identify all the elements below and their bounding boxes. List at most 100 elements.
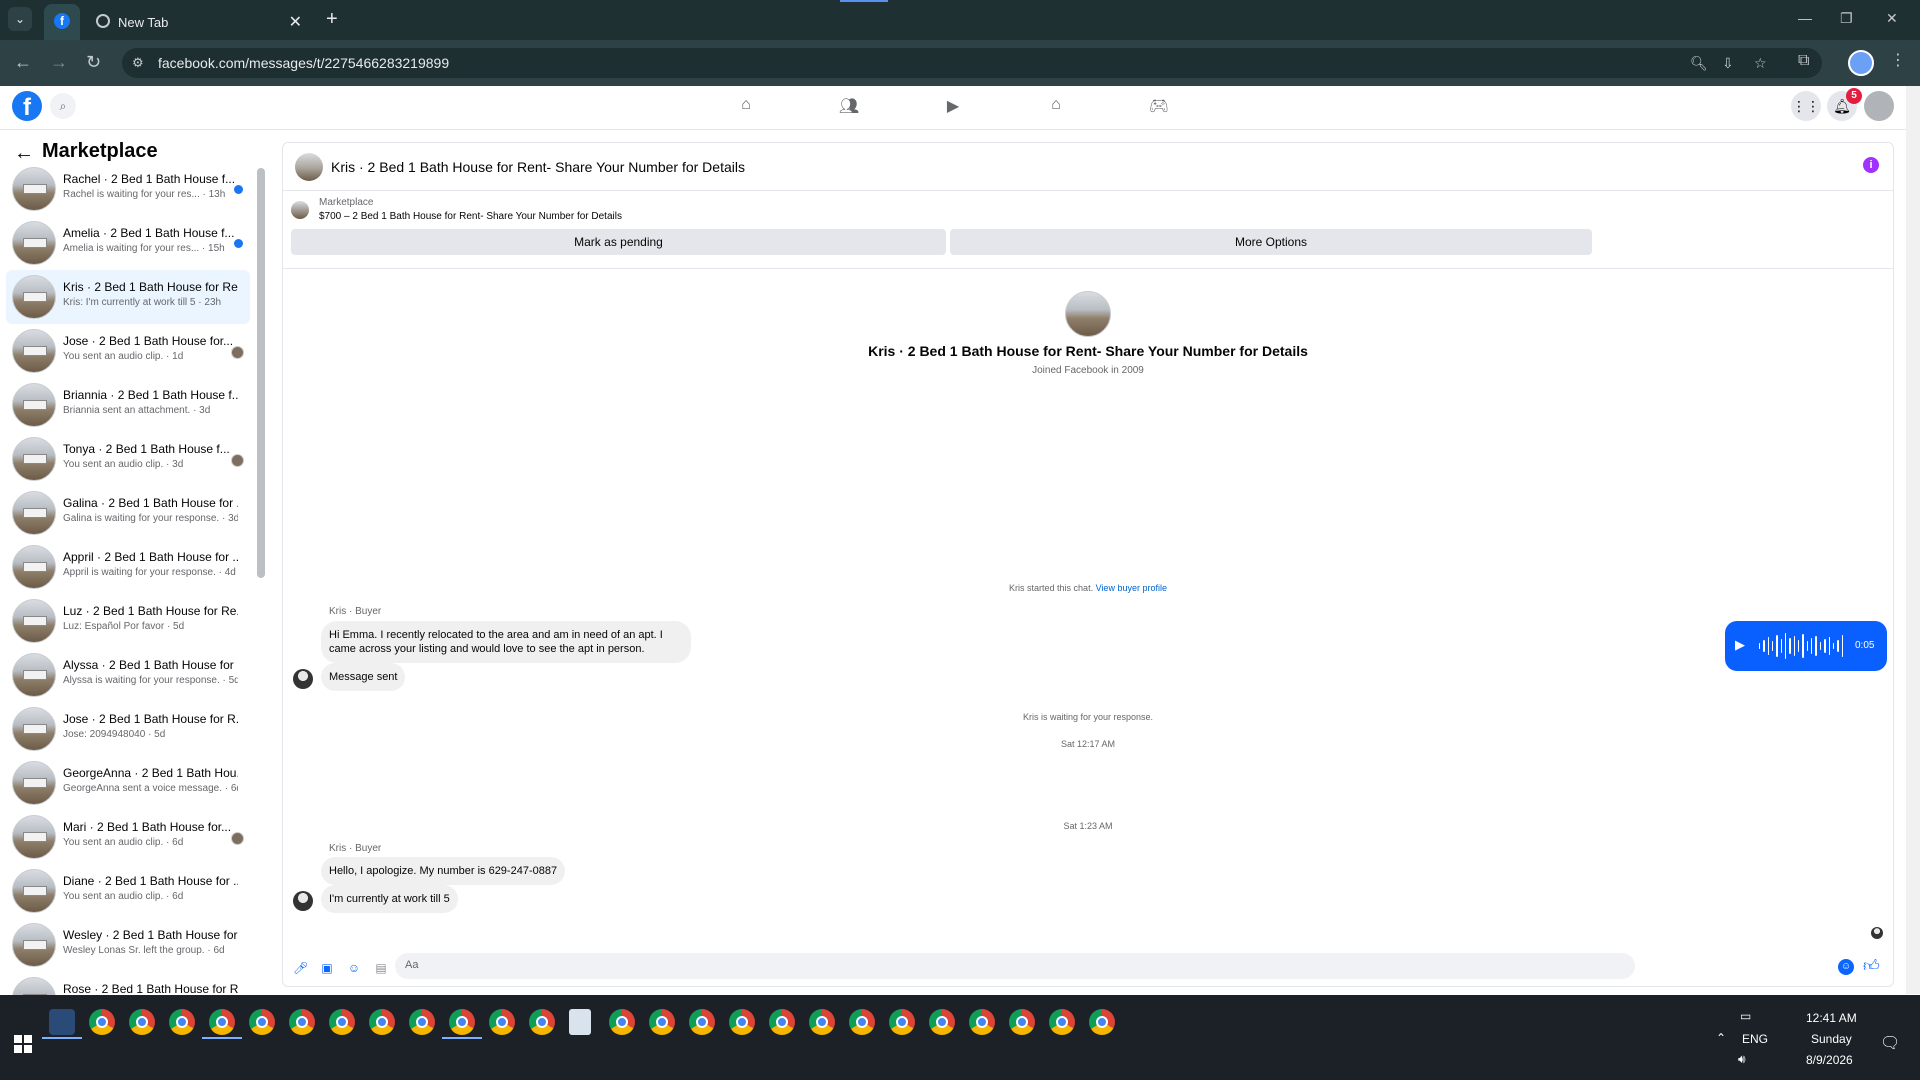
photo-icon[interactable]: ▣ — [320, 961, 334, 975]
microphone-icon[interactable]: 🎤︎ — [293, 961, 308, 975]
chrome-icon[interactable] — [769, 1009, 795, 1035]
chrome-icon[interactable] — [849, 1009, 875, 1035]
watch-icon[interactable]: ▶ — [941, 96, 965, 118]
chrome-icon[interactable] — [889, 1009, 915, 1035]
chrome-icon[interactable] — [409, 1009, 435, 1035]
chrome-icon[interactable] — [1049, 1009, 1075, 1035]
chrome-icon[interactable] — [809, 1009, 835, 1035]
sidebar-scrollbar[interactable] — [257, 168, 265, 578]
chrome-icon[interactable] — [129, 1009, 155, 1035]
conversation-item[interactable]: Jose · 2 Bed 1 Bath House for... You sent… — [6, 324, 250, 378]
friends-icon[interactable]: 👥︎ — [837, 96, 861, 118]
clock-day[interactable]: Sunday — [1811, 1032, 1852, 1046]
volume-icon[interactable]: 🔊︎ — [1738, 1052, 1746, 1067]
clock-date[interactable]: 8/9/2026 — [1806, 1053, 1853, 1067]
message-bubble[interactable]: Message sent — [321, 663, 406, 691]
chrome-icon[interactable] — [729, 1009, 755, 1035]
audio-message[interactable]: ▶ 0:05 — [1725, 621, 1887, 671]
listing-thumbnail[interactable] — [291, 201, 309, 219]
thread-avatar[interactable] — [295, 153, 323, 181]
chrome-icon[interactable] — [89, 1009, 115, 1035]
install-app-icon[interactable]: ⇩ — [1722, 55, 1734, 72]
conversation-item[interactable]: Galina · 2 Bed 1 Bath House for ... Galin… — [6, 486, 250, 540]
facebook-logo-icon[interactable]: f — [12, 91, 42, 121]
display-icon[interactable]: ▭ — [1740, 1009, 1751, 1023]
gif-icon[interactable]: ▤ — [374, 961, 388, 975]
chrome-icon[interactable] — [369, 1009, 395, 1035]
conversation-item[interactable]: Tonya · 2 Bed 1 Bath House f... You sent … — [6, 432, 250, 486]
tab-new-tab[interactable]: New Tab ✕ — [84, 4, 314, 40]
message-bubble[interactable]: I'm currently at work till 5 — [321, 885, 458, 913]
close-icon[interactable]: ✕ — [289, 12, 302, 32]
conversation-item[interactable]: Jose · 2 Bed 1 Bath House for R... Jose: … — [6, 702, 250, 756]
extensions-icon[interactable]: ⧉ — [1798, 52, 1809, 70]
conversation-item[interactable]: Rachel · 2 Bed 1 Bath House f... Rachel i… — [6, 162, 250, 216]
chrome-icon[interactable] — [449, 1009, 475, 1035]
reload-icon[interactable]: ↻ — [86, 52, 101, 72]
account-avatar[interactable] — [1864, 91, 1894, 121]
chrome-icon[interactable] — [1009, 1009, 1035, 1035]
new-tab-button[interactable]: + — [326, 8, 338, 30]
app-icon[interactable] — [49, 1009, 75, 1035]
conversation-item[interactable]: Kris · 2 Bed 1 Bath House for Re... Kris:… — [6, 270, 250, 324]
mark-pending-button[interactable]: Mark as pending — [291, 229, 946, 255]
conversation-item[interactable]: Amelia · 2 Bed 1 Bath House f... Amelia i… — [6, 216, 250, 270]
minimize-button[interactable]: — — [1798, 10, 1812, 26]
notification-center-icon[interactable]: 🗨︎ — [1880, 1033, 1900, 1053]
url-text[interactable]: facebook.com/messages/t/2275466283219899 — [158, 55, 449, 71]
play-icon[interactable]: ▶ — [1735, 637, 1745, 653]
chrome-icon[interactable] — [169, 1009, 195, 1035]
tray-chevron-icon[interactable]: ⌃ — [1716, 1031, 1726, 1045]
chrome-icon[interactable] — [929, 1009, 955, 1035]
menu-grid-icon[interactable]: ⋮⋮ — [1791, 91, 1821, 121]
language-indicator[interactable]: ENG — [1742, 1032, 1768, 1046]
chrome-icon[interactable] — [969, 1009, 995, 1035]
windows-start-icon[interactable] — [14, 1035, 32, 1053]
thumbs-up-icon[interactable]: 👍︎ — [1863, 957, 1880, 976]
info-icon[interactable]: i — [1863, 157, 1879, 173]
view-buyer-profile-link[interactable]: View buyer profile — [1096, 583, 1167, 593]
chrome-icon[interactable] — [529, 1009, 555, 1035]
chrome-icon[interactable] — [329, 1009, 355, 1035]
bookmark-star-icon[interactable]: ☆ — [1754, 55, 1767, 72]
message-bubble[interactable]: Hi Emma. I recently relocated to the are… — [321, 621, 691, 663]
conversation-item[interactable]: GeorgeAnna · 2 Bed 1 Bath Hou... GeorgeAn… — [6, 756, 250, 810]
gaming-icon[interactable]: 🎮︎ — [1147, 96, 1171, 118]
conversation-item[interactable]: Luz · 2 Bed 1 Bath House for Re... Luz: E… — [6, 594, 250, 648]
address-bar[interactable]: ⚙ facebook.com/messages/t/22754662832198… — [122, 48, 1822, 78]
more-options-button[interactable]: More Options — [950, 229, 1592, 255]
conversation-item[interactable]: Wesley · 2 Bed 1 Bath House for... Wesley… — [6, 918, 250, 972]
sender-avatar[interactable] — [293, 891, 313, 911]
restore-button[interactable]: ❐ — [1840, 10, 1853, 27]
file-app-icon[interactable] — [569, 1009, 591, 1035]
chrome-icon[interactable] — [1089, 1009, 1115, 1035]
message-bubble[interactable]: Hello, I apologize. My number is 629-247… — [321, 857, 566, 885]
thread-title[interactable]: Kris · 2 Bed 1 Bath House for Rent- Shar… — [331, 159, 745, 175]
profile-avatar[interactable] — [1065, 291, 1111, 337]
clock-time[interactable]: 12:41 AM — [1806, 1011, 1857, 1025]
marketplace-icon[interactable]: ⌂ — [1044, 96, 1068, 118]
conversation-item[interactable]: Rose · 2 Bed 1 Bath House for R... — [6, 972, 250, 995]
chrome-icon[interactable] — [489, 1009, 515, 1035]
forward-icon[interactable]: → — [50, 52, 68, 72]
listing-price[interactable]: $700 – 2 Bed 1 Bath House for Rent- Shar… — [319, 211, 622, 222]
chevron-down-icon[interactable]: ⌄ — [8, 7, 32, 31]
browser-profile-avatar[interactable] — [1848, 50, 1874, 76]
conversation-item[interactable]: Alyssa · 2 Bed 1 Bath House for ... Alyss… — [6, 648, 250, 702]
browser-menu-icon[interactable]: ⋮ — [1890, 50, 1906, 70]
chrome-icon[interactable] — [609, 1009, 635, 1035]
page-scrollbar[interactable] — [1906, 86, 1920, 994]
conversation-item[interactable]: Briannia · 2 Bed 1 Bath House f... Briann… — [6, 378, 250, 432]
close-window-button[interactable]: ✕ — [1886, 10, 1898, 27]
conversation-item[interactable]: Diane · 2 Bed 1 Bath House for ... You se… — [6, 864, 250, 918]
tab-facebook[interactable]: f — [44, 4, 80, 40]
chrome-icon[interactable] — [689, 1009, 715, 1035]
chrome-icon[interactable] — [209, 1009, 235, 1035]
sender-avatar[interactable] — [293, 669, 313, 689]
conversation-item[interactable]: Mari · 2 Bed 1 Bath House for... You sent… — [6, 810, 250, 864]
chrome-icon[interactable] — [249, 1009, 275, 1035]
home-icon[interactable]: ⌂ — [734, 96, 758, 118]
back-icon[interactable]: ← — [14, 52, 32, 72]
sticker-icon[interactable]: ☺ — [347, 961, 361, 975]
message-input[interactable]: Aa — [395, 953, 1635, 979]
